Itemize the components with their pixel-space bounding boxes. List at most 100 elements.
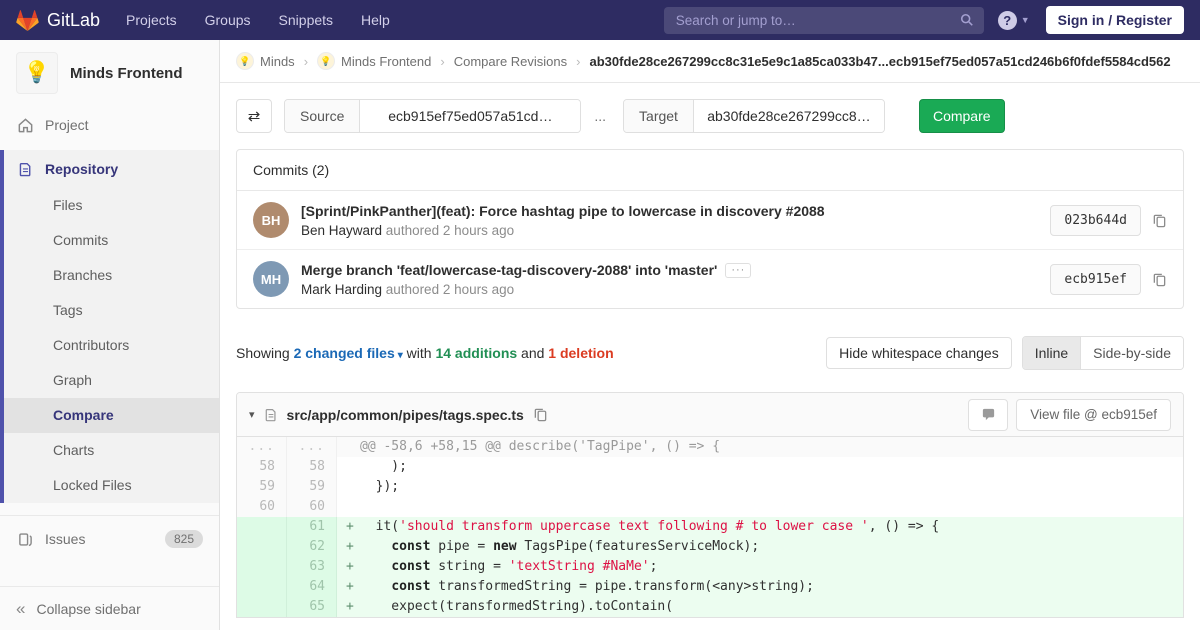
commit-row: MH Merge branch 'feat/lowercase-tag-disco… xyxy=(237,249,1183,308)
navbar-menu-projects[interactable]: Projects xyxy=(126,12,177,28)
diff-prefix: + xyxy=(346,579,354,594)
collapse-file-caret-icon[interactable]: ▾ xyxy=(249,408,255,421)
navbar-menu-help[interactable]: Help xyxy=(361,12,390,28)
side-by-side-view-button[interactable]: Side-by-side xyxy=(1080,337,1183,369)
search-icon[interactable] xyxy=(960,13,974,27)
copy-file-path-button[interactable] xyxy=(533,407,548,422)
commit-meta: Mark Harding authored 2 hours ago xyxy=(301,281,515,297)
changed-files-dropdown[interactable]: 2 changed files ▾ xyxy=(294,345,403,361)
breadcrumb-item[interactable]: Compare Revisions xyxy=(454,54,567,69)
commit-title-link[interactable]: [Sprint/PinkPanther](feat): Force hashta… xyxy=(301,203,825,219)
breadcrumb-label: Compare Revisions xyxy=(453,53,568,69)
collapse-sidebar-button[interactable]: « Collapse sidebar xyxy=(0,586,219,630)
new-line-number[interactable]: 58 xyxy=(287,457,337,477)
target-input-group: Target xyxy=(623,99,885,133)
expand-commit-message-button[interactable]: ··· xyxy=(725,262,752,278)
navbar-menu-snippets[interactable]: Snippets xyxy=(279,12,333,28)
old-line-number[interactable]: ... xyxy=(237,437,287,457)
source-input[interactable] xyxy=(360,100,581,132)
old-line-number[interactable] xyxy=(237,577,287,597)
breadcrumb-item[interactable]: 💡 Minds Frontend xyxy=(317,52,431,70)
deletions-count: 1 deletion xyxy=(548,345,614,361)
source-label: Source xyxy=(285,100,361,132)
sidebar-item-locked-files[interactable]: Locked Files xyxy=(4,468,219,503)
commit-title-link[interactable]: Merge branch 'feat/lowercase-tag-discove… xyxy=(301,262,717,278)
compare-button[interactable]: Compare xyxy=(918,99,1005,133)
breadcrumb-item[interactable]: 💡 Minds xyxy=(236,52,295,70)
new-line-number[interactable]: 65 xyxy=(287,597,337,617)
avatar: MH xyxy=(253,261,289,297)
search-input[interactable] xyxy=(673,11,960,29)
new-line-number[interactable]: 62 xyxy=(287,537,337,557)
sidebar-item-contributors[interactable]: Contributors xyxy=(4,328,219,363)
sidebar-item-label: Repository xyxy=(45,161,119,177)
breadcrumb-separator-icon: › xyxy=(303,53,309,69)
sign-in-register-button[interactable]: Sign in / Register xyxy=(1045,6,1184,34)
group-avatar-icon: 💡 xyxy=(236,52,254,70)
new-line-number[interactable]: 63 xyxy=(287,557,337,577)
commit-sha-link[interactable]: ecb915ef xyxy=(1050,263,1141,295)
home-icon xyxy=(16,117,34,134)
old-line-number[interactable] xyxy=(237,517,287,537)
copy-sha-button[interactable] xyxy=(1152,213,1167,228)
diff-header-actions: View file @ ecb915ef xyxy=(968,398,1171,431)
project-avatar: 💡 xyxy=(16,52,58,94)
view-mode-toggle: Inline Side-by-side xyxy=(1021,336,1184,370)
toggle-comments-button[interactable] xyxy=(968,398,1009,431)
commit-title-line: Merge branch 'feat/lowercase-tag-discove… xyxy=(301,262,1034,278)
chevron-down-icon: ▼ xyxy=(1020,15,1030,25)
old-line-number[interactable] xyxy=(237,597,287,617)
diff-file-panel: ▾ src/app/common/pipes/tags.spec.ts View… xyxy=(236,392,1184,618)
copy-sha-button[interactable] xyxy=(1152,272,1167,287)
search-box[interactable] xyxy=(663,6,984,34)
commit-info: [Sprint/PinkPanther](feat): Force hashta… xyxy=(301,203,1034,238)
inline-view-button[interactable]: Inline xyxy=(1022,337,1081,369)
commit-row: BH [Sprint/PinkPanther](feat): Force hash… xyxy=(237,191,1183,249)
old-line-number[interactable]: 59 xyxy=(237,477,287,497)
sidebar-item-tags[interactable]: Tags xyxy=(4,293,219,328)
new-line-number[interactable]: 61 xyxy=(287,517,337,537)
gitlab-logo[interactable]: GitLab xyxy=(16,9,100,32)
commit-meta: Ben Hayward authored 2 hours ago xyxy=(301,222,515,238)
sidebar-item-project[interactable]: Project xyxy=(0,106,219,144)
commit-author-link[interactable]: Mark Harding xyxy=(301,282,382,297)
commit-sha-link[interactable]: 023b644d xyxy=(1050,204,1141,236)
target-input[interactable] xyxy=(693,100,884,132)
sidebar-item-issues[interactable]: Issues 825 xyxy=(0,515,219,562)
commit-author-link[interactable]: Ben Hayward xyxy=(301,223,382,238)
sidebar-item-files[interactable]: Files xyxy=(4,188,219,223)
old-line-number[interactable] xyxy=(237,557,287,577)
commits-header: Commits (2) xyxy=(237,150,1183,191)
old-line-number[interactable]: 58 xyxy=(237,457,287,477)
swap-revisions-button[interactable]: ⇄ xyxy=(236,99,272,133)
new-line-number[interactable]: ... xyxy=(287,437,337,457)
sidebar-item-label: Project xyxy=(45,117,89,133)
navbar-menu-groups[interactable]: Groups xyxy=(205,12,251,28)
issues-count-badge: 825 xyxy=(164,530,203,548)
diff-prefix: + xyxy=(346,599,354,614)
new-line-number[interactable]: 59 xyxy=(287,477,337,497)
sidebar-item-repository[interactable]: Repository xyxy=(4,150,219,188)
commit-sha-group: 023b644d xyxy=(1050,204,1167,236)
diff-line: 65 + expect(transformedString).toContain( xyxy=(237,597,1183,617)
new-line-number[interactable]: 60 xyxy=(287,497,337,517)
sidebar-item-graph[interactable]: Graph xyxy=(4,363,219,398)
sidebar-item-branches[interactable]: Branches xyxy=(4,258,219,293)
file-path[interactable]: src/app/common/pipes/tags.spec.ts xyxy=(287,407,524,423)
diff-line: 62 + const pipe = new TagsPipe(featuresSe… xyxy=(237,537,1183,557)
code-cell xyxy=(337,497,1183,517)
help-menu[interactable]: ? ▼ xyxy=(997,10,1030,30)
sidebar-item-compare[interactable]: Compare xyxy=(4,398,219,433)
issues-icon xyxy=(16,532,34,547)
view-file-button[interactable]: View file @ ecb915ef xyxy=(1016,398,1171,431)
sidebar-item-commits[interactable]: Commits xyxy=(4,223,219,258)
breadcrumb: 💡 Minds › 💡 Minds Frontend › Compare Revisions… xyxy=(220,40,1200,83)
old-line-number[interactable] xyxy=(237,537,287,557)
hide-whitespace-button[interactable]: Hide whitespace changes xyxy=(826,337,1012,369)
breadcrumb-current-revisions: ab30fde28ce267299cc8c31e5e9c1a85ca033b47… xyxy=(589,53,1171,69)
source-input-group: Source xyxy=(284,99,582,133)
new-line-number[interactable]: 64 xyxy=(287,577,337,597)
sidebar-project-header[interactable]: 💡 Minds Frontend xyxy=(0,40,219,106)
old-line-number[interactable]: 60 xyxy=(237,497,287,517)
sidebar-item-charts[interactable]: Charts xyxy=(4,433,219,468)
